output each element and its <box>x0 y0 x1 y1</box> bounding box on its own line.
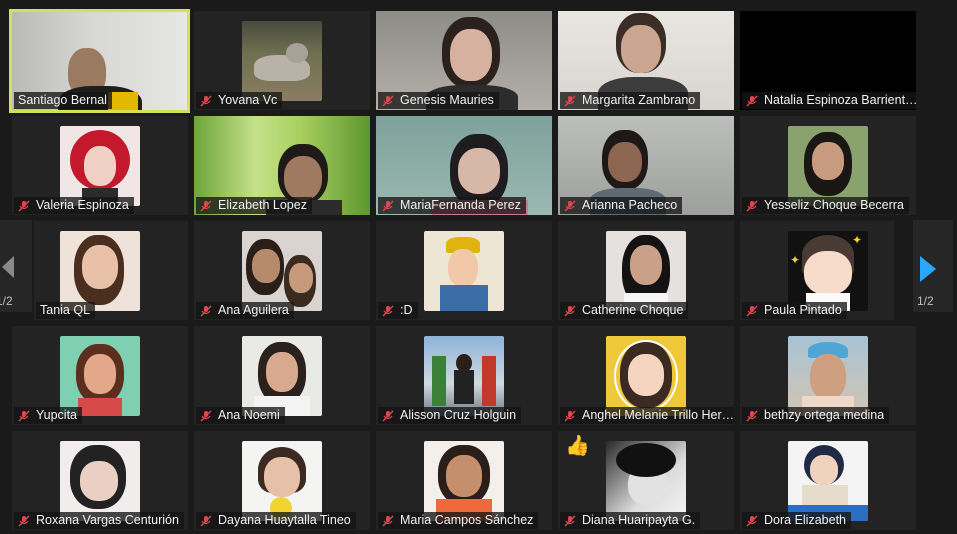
participant-tile[interactable]: Roxana Vargas Centurión <box>12 431 188 530</box>
participant-name-label: Catherine Choque <box>560 302 689 319</box>
participant-name-label: Natalia Espinoza Barrientos <box>742 92 916 109</box>
participant-tile[interactable]: ✦ ✦ Paula Pintado <box>740 221 894 320</box>
participant-name-label: Ana Aguilera <box>196 302 294 319</box>
chevron-right-icon <box>920 256 936 282</box>
participant-tile[interactable]: Alisson Cruz Holguin <box>376 326 552 425</box>
participant-name-label: Dayana Huaytalla Tineo <box>196 512 356 529</box>
participant-avatar <box>424 440 504 521</box>
participant-avatar <box>606 440 686 521</box>
participant-tile[interactable]: Genesis Mauries <box>376 11 552 110</box>
participant-avatar <box>60 125 140 206</box>
participant-name-label: Elizabeth Lopez <box>196 197 312 214</box>
participant-tile[interactable]: Elizabeth Lopez <box>194 116 370 215</box>
mic-muted-icon <box>746 305 758 316</box>
mic-muted-icon <box>382 200 394 211</box>
participant-name-label: Paula Pintado <box>742 302 847 319</box>
mic-muted-icon <box>18 515 30 526</box>
participant-name-label: Diana Huaripayta G. <box>560 512 701 529</box>
mic-muted-icon <box>382 305 394 316</box>
participant-name-label: Valeria Espinoza <box>14 197 134 214</box>
participant-avatar <box>60 335 140 416</box>
mic-muted-icon <box>382 515 394 526</box>
participant-avatar <box>606 335 686 416</box>
chevron-left-icon <box>2 256 14 278</box>
page-indicator-left: 1/2 <box>0 294 13 308</box>
participant-name-label: MariaFernanda Perez <box>378 197 526 214</box>
participant-name-label: Dora Elizabeth <box>742 512 851 529</box>
participant-avatar <box>606 230 686 311</box>
participant-tile[interactable]: Arianna Pacheco <box>558 116 734 215</box>
participant-tile[interactable]: Yupcita <box>12 326 188 425</box>
participant-tile[interactable]: Valeria Espinoza <box>12 116 188 215</box>
participant-avatar <box>424 230 504 311</box>
participant-avatar <box>788 125 868 206</box>
participant-tile[interactable]: Ana Noemi <box>194 326 370 425</box>
participant-avatar <box>424 335 504 416</box>
mic-muted-icon <box>200 305 212 316</box>
participant-avatar <box>788 440 868 521</box>
participant-avatar <box>242 230 322 311</box>
participant-tile[interactable]: Natalia Espinoza Barrientos <box>740 11 916 110</box>
participant-name-label: Santiago Bernal <box>14 92 112 109</box>
participant-name-label: Tania QL <box>36 302 96 319</box>
participant-tile[interactable]: Dora Elizabeth <box>740 431 916 530</box>
mic-muted-icon <box>564 410 576 421</box>
mic-muted-icon <box>564 515 576 526</box>
participant-tile[interactable]: :D <box>376 221 552 320</box>
mic-muted-icon <box>564 95 576 106</box>
mic-muted-icon <box>18 200 30 211</box>
participant-name-label: Genesis Mauries <box>378 92 499 109</box>
participant-name-label: Yovana Vc <box>196 92 283 109</box>
mic-muted-icon <box>564 305 576 316</box>
participant-tile[interactable]: bethzy ortega medina <box>740 326 916 425</box>
participant-tile[interactable]: Anghel Melanie Trillo Herrera <box>558 326 734 425</box>
mic-muted-icon <box>746 200 758 211</box>
participant-avatar <box>60 230 140 311</box>
participant-name-label: Anghel Melanie Trillo Herrera <box>560 407 734 424</box>
mic-muted-icon <box>746 410 758 421</box>
participant-avatar <box>60 440 140 521</box>
participant-tile[interactable]: Yesseliz Choque Becerra <box>740 116 916 215</box>
participant-tile[interactable]: Santiago Bernal <box>9 9 190 113</box>
participant-tile[interactable]: Ana Aguilera <box>194 221 370 320</box>
participant-name-label: Arianna Pacheco <box>560 197 683 214</box>
mic-muted-icon <box>200 515 212 526</box>
participant-name-label: bethzy ortega medina <box>742 407 890 424</box>
participant-tile[interactable]: Dayana Huaytalla Tineo <box>194 431 370 530</box>
mic-muted-icon <box>382 410 394 421</box>
participant-avatar <box>788 335 868 416</box>
participant-avatar <box>242 440 322 521</box>
mic-muted-icon <box>746 515 758 526</box>
participant-tile[interactable]: Catherine Choque <box>558 221 734 320</box>
participant-avatar: ✦ ✦ <box>788 230 868 311</box>
mic-muted-icon <box>382 95 394 106</box>
participant-tile[interactable]: Yovana Vc <box>194 11 370 110</box>
participant-tile[interactable]: MariaFernanda Perez <box>376 116 552 215</box>
participant-tile[interactable]: Tania QL <box>34 221 188 320</box>
mic-muted-icon <box>200 95 212 106</box>
participant-name-label: Ana Noemi <box>196 407 285 424</box>
participant-tile[interactable]: 👍 Diana Huaripayta G. <box>558 431 734 530</box>
mic-muted-icon <box>746 95 758 106</box>
mic-muted-icon <box>18 410 30 421</box>
page-indicator-right: 1/2 <box>917 294 934 308</box>
thumbs-up-reaction-icon: 👍 <box>565 435 590 457</box>
participant-avatar <box>242 335 322 416</box>
participant-name-label: Yesseliz Choque Becerra <box>742 197 909 214</box>
mic-muted-icon <box>564 200 576 211</box>
participant-name-label: Maria Campos Sánchez <box>378 512 539 529</box>
mic-muted-icon <box>200 410 212 421</box>
participant-name-label: Yupcita <box>14 407 83 424</box>
mic-muted-icon <box>200 200 212 211</box>
participant-name-label: Alisson Cruz Holguin <box>378 407 522 424</box>
participant-name-label: Margarita Zambrano <box>560 92 701 109</box>
participant-tile[interactable]: Maria Campos Sánchez <box>376 431 552 530</box>
participant-avatar <box>242 20 322 101</box>
participant-name-label: Roxana Vargas Centurión <box>14 512 184 529</box>
participant-name-label: :D <box>378 302 418 319</box>
participant-tile[interactable]: Margarita Zambrano <box>558 11 734 110</box>
